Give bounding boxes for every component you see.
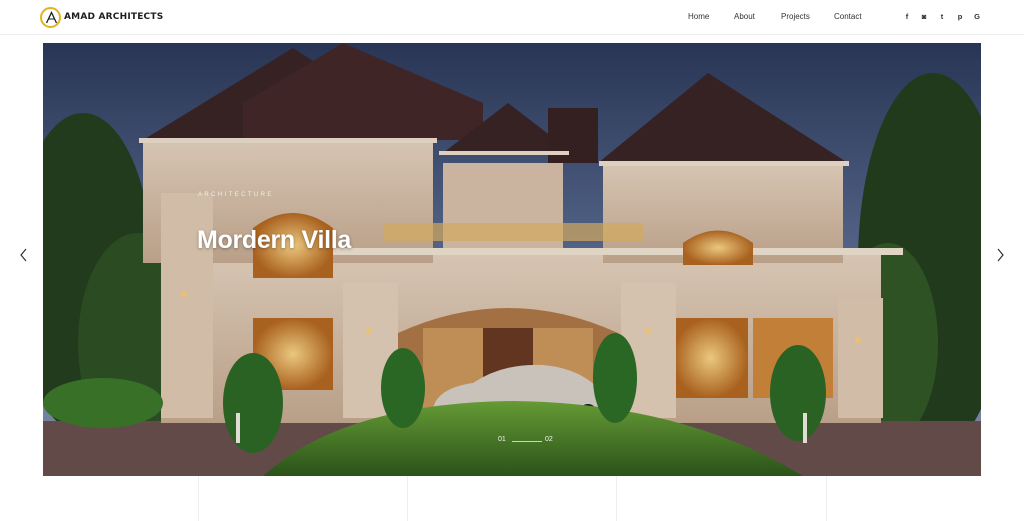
nav-contact[interactable]: Contact [834,12,862,21]
logo-mark-icon [40,6,61,28]
pager-progress-line [512,441,542,442]
chevron-right-icon[interactable] [995,248,1005,262]
brand-name: AMAD ARCHITECTS [64,12,164,22]
nav-home[interactable]: Home [688,12,709,21]
section-divider [826,476,827,521]
section-divider [407,476,408,521]
hero-kicker: ARCHITECTURE [198,192,274,198]
site-header: AMAD ARCHITECTS Home About Projects Cont… [0,0,1024,35]
facebook-icon[interactable]: f [903,12,911,21]
brand-logo[interactable]: AMAD ARCHITECTS [40,6,163,28]
twitter-icon[interactable]: t [938,12,946,21]
pager-current[interactable]: 01 [498,436,506,443]
nav-projects[interactable]: Projects [781,12,810,21]
section-divider [616,476,617,521]
nav-about[interactable]: About [734,12,755,21]
pinterest-icon[interactable]: p [956,12,964,21]
google-icon[interactable]: G [973,12,981,21]
chevron-left-icon[interactable] [19,248,29,262]
pager-total[interactable]: 02 [545,436,553,443]
instagram-icon[interactable]: ◙ [920,12,928,21]
hero-title: Mordern Villa [197,226,352,254]
hero-slide: ARCHITECTURE Mordern Villa 01 02 [43,43,981,476]
slide-pager[interactable]: 01 02 [498,436,568,446]
section-divider [198,476,199,521]
villa-photo [43,43,981,476]
